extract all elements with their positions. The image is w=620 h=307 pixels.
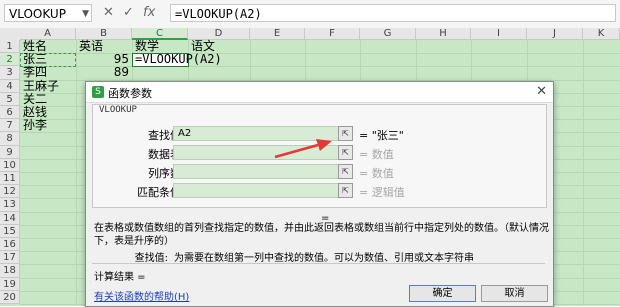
param-label-col-index: 列序数 [148, 167, 181, 180]
row-header-17[interactable]: 17 [0, 251, 20, 265]
column-header-h[interactable]: H [416, 28, 471, 40]
column-header-j[interactable]: J [527, 28, 583, 40]
name-box-value: VLOOKUP [9, 7, 66, 21]
collapse-dialog-icon[interactable]: ⇱ [338, 126, 353, 141]
param-result-range-lookup: = 逻辑值 [359, 186, 405, 199]
param-input-lookup-value[interactable]: A2 [173, 126, 345, 141]
param-label-range-lookup: 匹配条件 [137, 186, 181, 199]
row-header-3[interactable]: 3 [0, 66, 20, 80]
row-header-16[interactable]: 16 [0, 238, 20, 252]
row-header-10[interactable]: 10 [0, 158, 20, 172]
param-description: 查找值: 为需要在数组第一列中查找的数值。可以为数值、引用或文本字符串 [94, 249, 549, 264]
cell-c2[interactable]: =VLOOKUP(A2) [135, 53, 222, 66]
row-header-19[interactable]: 19 [0, 277, 20, 291]
column-header-g[interactable]: G [360, 28, 416, 40]
collapse-dialog-icon[interactable]: ⇱ [338, 145, 353, 160]
param-description-label: 查找值: [134, 253, 168, 264]
cell-a3[interactable]: 李四 [23, 66, 47, 79]
row-header-2[interactable]: 2 [0, 53, 20, 67]
divider [92, 263, 545, 264]
name-box[interactable]: VLOOKUP ▼ [4, 4, 92, 22]
cancel-icon[interactable]: ✕ [103, 5, 114, 20]
row-header-14[interactable]: 14 [0, 211, 20, 225]
row-header-1[interactable]: 1 [0, 40, 20, 54]
row-header-5[interactable]: 5 [0, 92, 20, 106]
row-header-11[interactable]: 11 [0, 172, 20, 186]
column-header-f[interactable]: F [305, 28, 360, 40]
cell-c1[interactable]: 数学 [135, 40, 159, 53]
cell-a1[interactable]: 姓名 [23, 40, 47, 53]
param-result-table-array: = 数值 [359, 148, 394, 161]
function-name: VLOOKUP [99, 105, 137, 115]
param-input-table-array[interactable] [173, 145, 345, 160]
dialog-title: 函数参数 [108, 87, 152, 100]
ok-button[interactable]: 确定 [409, 285, 476, 302]
cell-b2[interactable]: 95 [76, 53, 129, 66]
confirm-icon[interactable]: ✓ [123, 5, 134, 20]
row-header-12[interactable]: 12 [0, 185, 20, 199]
chevron-down-icon[interactable]: ▼ [82, 5, 89, 23]
cell-a4[interactable]: 王麻子 [23, 79, 59, 93]
close-icon[interactable]: ✕ [536, 84, 547, 99]
function-arguments-dialog: S 函数参数 ✕ VLOOKUP 查找值 A2 ⇱ = "张三" 数据表 ⇱ =… [85, 81, 554, 307]
dialog-title-bar[interactable]: S 函数参数 ✕ [86, 82, 553, 103]
column-header-i[interactable]: I [471, 28, 527, 40]
row-header-9[interactable]: 9 [0, 145, 20, 159]
column-header-e[interactable]: E [250, 28, 305, 40]
param-label-lookup-value: 查找值 [148, 129, 181, 142]
row-header-18[interactable]: 18 [0, 264, 20, 278]
param-input-range-lookup[interactable] [173, 183, 345, 198]
cell-a5[interactable]: 关二 [23, 92, 47, 106]
formula-input[interactable]: =VLOOKUP(A2) [170, 4, 616, 22]
param-result-lookup-value: = "张三" [359, 129, 404, 142]
param-input-col-index[interactable] [173, 164, 345, 179]
row-header-6[interactable]: 6 [0, 106, 20, 120]
column-header-k[interactable]: K [583, 28, 620, 40]
formula-bar: VLOOKUP ▼ ✕ ✓ fx =VLOOKUP(A2) [0, 0, 620, 29]
param-result-col-index: = 数值 [359, 167, 394, 180]
collapse-dialog-icon[interactable]: ⇱ [338, 183, 353, 198]
row-header-15[interactable]: 15 [0, 224, 20, 238]
cell-d1[interactable]: 语文 [191, 40, 215, 53]
cancel-button[interactable]: 取消 [481, 285, 548, 302]
function-group: VLOOKUP 查找值 A2 ⇱ = "张三" 数据表 ⇱ = 数值 列序数 ⇱… [92, 104, 547, 208]
row-header-13[interactable]: 13 [0, 198, 20, 212]
help-link[interactable]: 有关该函数的帮助(H) [94, 288, 189, 303]
cell-b3[interactable]: 89 [76, 66, 129, 79]
cell-b1[interactable]: 英语 [79, 40, 103, 53]
row-header-7[interactable]: 7 [0, 119, 20, 133]
calc-result: 计算结果 = [94, 272, 146, 283]
app-logo-icon: S [92, 86, 104, 98]
fx-icon[interactable]: fx [143, 5, 155, 20]
function-description: 在表格或数值数组的首列查找指定的数值，并由此返回表格或数组当前行中指定列处的数值… [94, 223, 549, 247]
row-header-4[interactable]: 4 [0, 79, 20, 93]
param-label-table-array: 数据表 [148, 148, 181, 161]
row-header-8[interactable]: 8 [0, 132, 20, 146]
cell-a7[interactable]: 孙李 [23, 119, 47, 132]
row-header-20[interactable]: 20 [0, 290, 20, 304]
collapse-dialog-icon[interactable]: ⇱ [338, 164, 353, 179]
